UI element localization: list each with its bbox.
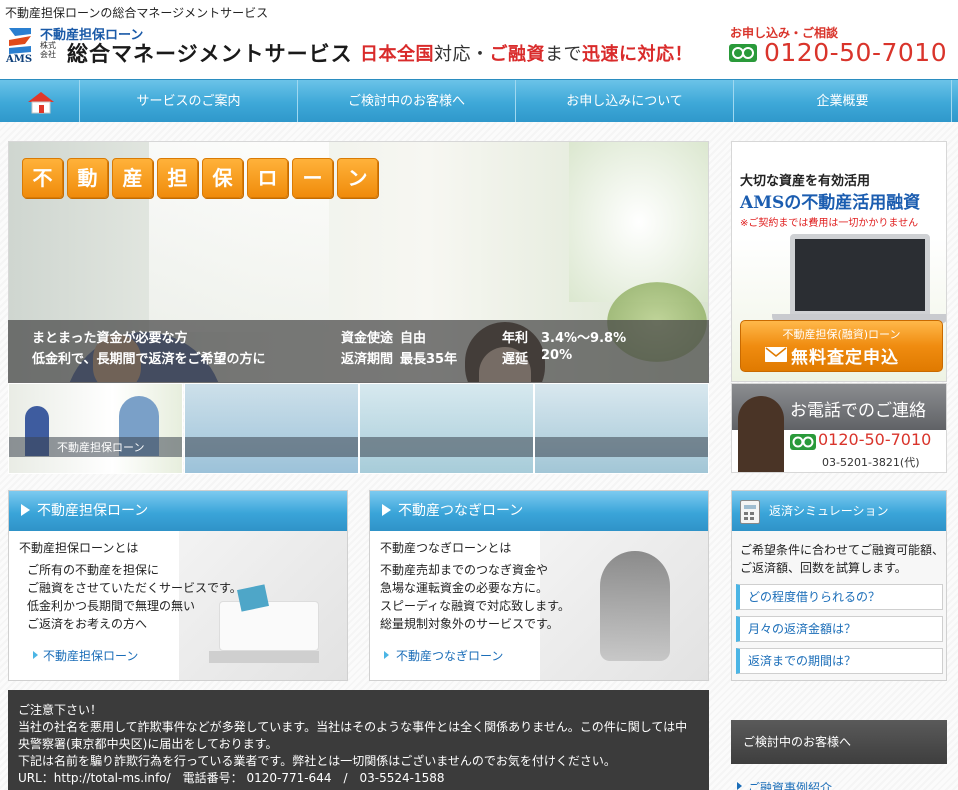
table-shape: [209, 651, 319, 663]
panel-description: ご所有の不動産を担保に ご融資をさせていただくサービスです。 低金利かつ長期間で…: [27, 563, 242, 631]
arrow-right-icon: [384, 651, 389, 659]
slogan-part: 日本全国: [360, 44, 434, 65]
panel-header[interactable]: 不動産担保ローン: [9, 491, 347, 531]
free-assessment-button[interactable]: 不動産担保(融資)ローン 無料査定申込: [740, 320, 943, 372]
panel-description: 不動産売却までのつなぎ資金や 急場な運転資金の必要な方に。 スピーディな融資で対…: [380, 563, 570, 631]
hero-rate-label: 年利: [502, 331, 529, 346]
ams-promo-line: 大切な資産を有効活用: [740, 174, 871, 189]
hero-line: 低金利で、長期間で返済をご希望の方に: [32, 352, 266, 367]
operator-image: [738, 396, 784, 472]
play-arrow-icon: [21, 504, 30, 516]
fraud-notice: ご注意下さい！ 当社の社名を悪用して詐欺事件などが多発しています。当社はそのよう…: [8, 690, 709, 790]
slogan-part: ご融資: [489, 44, 545, 65]
nav-item-company[interactable]: 企業概要: [734, 80, 952, 123]
header-phone[interactable]: 0120-50-7010: [764, 38, 947, 67]
hero-period-label: 返済期間: [341, 352, 394, 367]
nav-item-application[interactable]: お申し込みについて: [516, 80, 734, 123]
phone-box-number[interactable]: 0120-50-7010: [818, 430, 931, 449]
logo-ams-text: AMS: [6, 54, 33, 65]
thumb-caption-bar: [185, 437, 358, 457]
panel-subtitle: 不動産担保ローンとは: [19, 541, 139, 555]
hero-title-char: 動: [67, 158, 108, 198]
panel-title: 不動産つなぎローン: [398, 503, 524, 519]
notice-line: 下記は名前を騙り詐欺行為を行っている業者です。弊社とは一切関係はございませんので…: [18, 754, 616, 768]
phone-box-number-sub: 03-5201-3821(代): [822, 456, 920, 469]
thumb-caption-bar: [535, 437, 708, 457]
company-name[interactable]: 総合マネージメントサービス: [67, 38, 353, 68]
slogan-part: まで: [545, 44, 582, 65]
panel-title: 不動産担保ローン: [37, 503, 149, 519]
cta-subtitle: 不動産担保(融資)ローン: [782, 328, 901, 341]
hero-rate-value: 3.4%〜9.8%: [541, 331, 627, 346]
hero-thumb[interactable]: [359, 383, 534, 474]
hero-info-bar: まとまった資金が必要な方 低金利で、長期間で返済をご希望の方に 資金使途 自由 …: [8, 320, 709, 383]
site-tagline: 不動産担保ローンの総合マネージメントサービス: [5, 6, 269, 20]
sim-header[interactable]: 返済シミュレーション: [732, 491, 946, 531]
hero-title-char: 不: [22, 158, 63, 198]
hero-title-char: 担: [157, 158, 198, 198]
person-shape: [600, 551, 670, 661]
panel-link[interactable]: 不動産担保ローン: [43, 647, 138, 664]
hero-late-value: 20%: [541, 348, 573, 363]
cta-label: 無料査定申込: [791, 348, 899, 368]
hero-usage-label: 資金使途: [341, 331, 394, 346]
hero-window: [569, 142, 708, 302]
sim-description: ご希望条件に合わせてご融資可能額、 ご返済額、回数を試算します。: [740, 543, 945, 575]
arrow-right-icon: [737, 782, 742, 790]
loan-cases-link[interactable]: ご融資事例紹介: [748, 779, 832, 790]
slogan: 日本全国対応・ご融資まで迅速に対応！: [360, 40, 693, 66]
hero-thumb[interactable]: [184, 383, 359, 474]
phone-contact-box: お電話でのご連絡 0120-50-7010 03-5201-3821(代): [731, 383, 947, 473]
hero-title-char: 産: [112, 158, 153, 198]
calculator-icon: [740, 500, 760, 524]
sim-link-monthly-payment[interactable]: 月々の返済金額は？: [736, 616, 943, 642]
freedial-icon: [729, 44, 757, 62]
mail-icon: [765, 347, 787, 362]
notice-line: ご注意下さい！: [18, 703, 103, 717]
notice-line: 央警察署(東京都中央区)に届出をしております。: [18, 737, 278, 751]
arrow-right-icon: [33, 651, 38, 659]
main-nav: サービスのご案内 ご検討中のお客様へ お申し込みについて 企業概要: [0, 79, 958, 123]
ams-promo-box: 大切な資産を有効活用 AMSの不動産活用融資 ※ご契約までは費用は一切かかりませ…: [731, 141, 947, 382]
service-panel-loan: 不動産担保ローン 不動産担保ローンとは ご所有の不動産を担保に ご融資をさせてい…: [8, 490, 348, 681]
panel-header[interactable]: 不動産つなぎローン: [370, 491, 708, 531]
thumb-caption-bar: [360, 437, 533, 457]
sim-title: 返済シミュレーション: [769, 504, 889, 518]
hero-title-char: 保: [202, 158, 243, 198]
service-panel-bridge-loan: 不動産つなぎローン 不動産つなぎローンとは 不動産売却までのつなぎ資金や 急場な…: [369, 490, 709, 681]
thumb-label: 不動産担保ローン: [57, 441, 145, 454]
hero-thumb-active[interactable]: 不動産担保ローン: [8, 383, 183, 474]
slogan-part: 対応・: [434, 44, 490, 65]
laptop-image: [790, 234, 930, 316]
hero-late-label: 遅延: [502, 352, 529, 367]
notice-line: 当社の社名を悪用して詐欺事件などが多発しています。当社はそのような事件とは全く関…: [18, 720, 688, 734]
freedial-icon: [790, 434, 816, 450]
panel-link[interactable]: 不動産つなぎローン: [396, 647, 503, 664]
company-type: 株式会社: [40, 41, 56, 59]
hero-period-value: 最長35年: [400, 352, 458, 367]
play-arrow-icon: [382, 504, 391, 516]
nav-item-considering[interactable]: ご検討中のお客様へ: [298, 80, 516, 123]
considering-customers-header[interactable]: ご検討中のお客様へ: [731, 720, 947, 764]
sim-link-borrow-amount[interactable]: どの程度借りられるの？: [736, 584, 943, 610]
hero-title-char: ロ: [247, 158, 288, 198]
slogan-part: 迅速に対応！: [582, 44, 693, 65]
hero-title: 不 動 産 担 保 ロ ー ン: [22, 158, 378, 198]
nav-item-services[interactable]: サービスのご案内: [80, 80, 298, 123]
home-icon: [28, 92, 54, 114]
hero-title-char: ン: [337, 158, 378, 198]
ams-promo-heading: AMSの不動産活用融資: [740, 193, 921, 213]
nav-home[interactable]: [0, 80, 80, 123]
notice-line: URL：http://total-ms.info/ 電話番号： 0120-771…: [18, 771, 445, 785]
hero-thumb[interactable]: [534, 383, 709, 474]
sim-link-repayment-period[interactable]: 返済までの期間は？: [736, 648, 943, 674]
repayment-simulation-box: 返済シミュレーション ご希望条件に合わせてご融資可能額、 ご返済額、回数を試算し…: [731, 490, 947, 681]
ams-promo-note: ※ご契約までは費用は一切かかりません: [740, 218, 919, 229]
panel-subtitle: 不動産つなぎローンとは: [380, 541, 512, 555]
hero-line: まとまった資金が必要な方: [32, 331, 188, 346]
phone-box-title: お電話でのご連絡: [790, 401, 926, 421]
hero-title-char: ー: [292, 158, 333, 198]
hero-usage-value: 自由: [400, 331, 427, 346]
